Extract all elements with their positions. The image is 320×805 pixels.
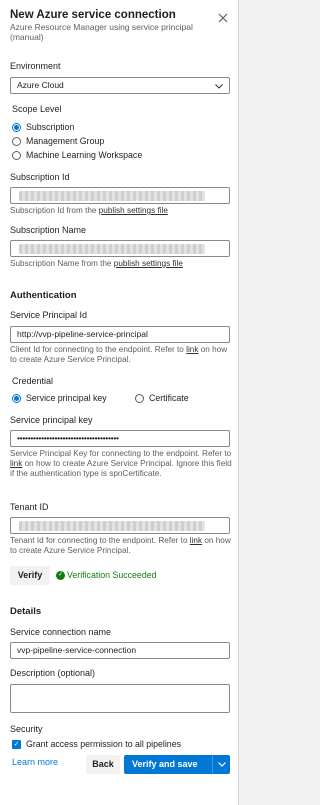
publish-settings-link[interactable]: publish settings file bbox=[114, 259, 183, 268]
connection-name-label: Service connection name bbox=[10, 627, 112, 637]
tenant-id-help: Tenant Id for connecting to the endpoint… bbox=[10, 536, 231, 555]
radio-selected-icon bbox=[12, 394, 21, 403]
scope-option-ml-workspace[interactable]: Machine Learning Workspace bbox=[12, 150, 142, 161]
subscription-id-input[interactable] bbox=[10, 187, 230, 204]
scope-option-subscription[interactable]: Subscription bbox=[12, 122, 74, 133]
credential-option-key[interactable]: Service principal key bbox=[12, 393, 107, 404]
grant-access-checkbox[interactable]: ✓ Grant access permission to all pipelin… bbox=[12, 739, 181, 750]
scope-option-management-group[interactable]: Management Group bbox=[12, 136, 104, 147]
environment-dropdown[interactable]: Azure Cloud bbox=[10, 77, 230, 94]
chevron-down-icon bbox=[215, 84, 223, 89]
security-label: Security bbox=[10, 724, 43, 734]
subscription-name-help: Subscription Name from the publish setti… bbox=[10, 259, 183, 268]
redacted-value bbox=[19, 244, 205, 254]
description-textarea[interactable] bbox=[10, 684, 230, 713]
scope-level-label: Scope Level bbox=[12, 104, 62, 114]
verify-and-save-button[interactable]: Verify and save bbox=[124, 755, 230, 774]
environment-label: Environment bbox=[10, 61, 61, 71]
tenant-help-link[interactable]: link bbox=[190, 536, 202, 545]
key-help-link[interactable]: link bbox=[10, 459, 22, 468]
environment-value: Azure Cloud bbox=[17, 80, 64, 90]
button-divider bbox=[212, 755, 213, 774]
close-icon[interactable] bbox=[216, 11, 230, 25]
principal-key-label: Service principal key bbox=[10, 415, 93, 425]
chevron-down-icon[interactable] bbox=[216, 756, 228, 772]
principal-id-help: Client Id for connecting to the endpoint… bbox=[10, 345, 228, 364]
radio-selected-icon bbox=[12, 123, 21, 132]
subscription-name-label: Subscription Name bbox=[10, 225, 87, 235]
publish-settings-link[interactable]: publish settings file bbox=[99, 206, 168, 215]
principal-key-input[interactable]: •••••••••••••••••••••••••••••••••••••• bbox=[10, 430, 230, 447]
subscription-id-label: Subscription Id bbox=[10, 172, 70, 182]
verify-button[interactable]: Verify bbox=[10, 566, 50, 585]
subscription-id-help: Subscription Id from the publish setting… bbox=[10, 206, 168, 215]
principal-id-label: Service Principal Id bbox=[10, 310, 88, 320]
verification-status: Verification Succeeded bbox=[67, 570, 157, 580]
tenant-id-input[interactable] bbox=[10, 517, 230, 534]
subscription-name-input[interactable] bbox=[10, 240, 230, 257]
credential-label: Credential bbox=[12, 376, 54, 386]
radio-icon bbox=[12, 151, 21, 160]
connection-name-input[interactable]: vvp-pipeline-service-connection bbox=[10, 642, 230, 659]
redacted-value bbox=[19, 521, 205, 531]
verify-and-save-label: Verify and save bbox=[132, 759, 198, 769]
learn-more-link[interactable]: Learn more bbox=[12, 757, 58, 768]
tenant-id-label: Tenant ID bbox=[10, 502, 49, 512]
check-circle-icon: ✓ bbox=[56, 571, 65, 580]
credential-option-certificate[interactable]: Certificate bbox=[135, 393, 189, 404]
service-connection-panel: New Azure service connection Azure Resou… bbox=[0, 0, 239, 805]
principal-help-link[interactable]: link bbox=[186, 345, 198, 354]
checkbox-checked-icon: ✓ bbox=[12, 740, 21, 749]
back-button[interactable]: Back bbox=[86, 755, 120, 774]
authentication-heading: Authentication bbox=[10, 290, 77, 301]
panel-title: New Azure service connection bbox=[10, 9, 176, 21]
principal-id-input[interactable]: http://vvp-pipeline-service-principal bbox=[10, 326, 230, 343]
radio-icon bbox=[12, 137, 21, 146]
principal-key-help: Service Principal Key for connecting to … bbox=[10, 449, 232, 478]
details-heading: Details bbox=[10, 606, 42, 617]
redacted-value bbox=[19, 191, 205, 201]
description-label: Description (optional) bbox=[10, 668, 96, 678]
panel-subtitle: Azure Resource Manager using service pri… bbox=[10, 22, 193, 42]
radio-icon bbox=[135, 394, 144, 403]
